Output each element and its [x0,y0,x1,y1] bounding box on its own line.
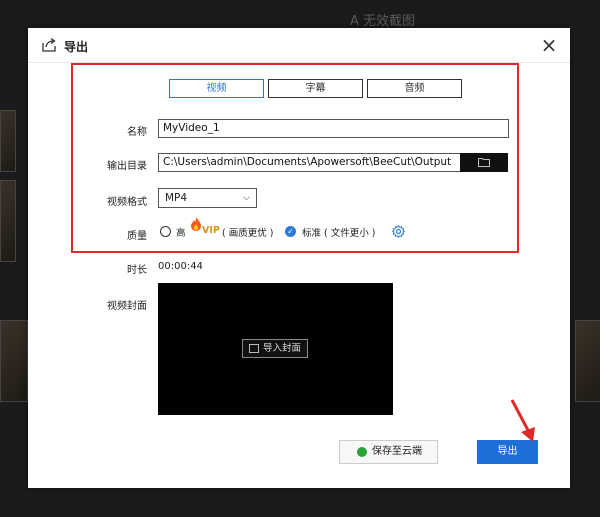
background-thumbnail [0,320,28,402]
close-icon[interactable]: × [538,34,560,56]
browse-folder-button[interactable] [460,153,508,172]
duration-label: 时长 [127,265,147,276]
quality-standard-label: 标准 ( 文件更小 ) [302,228,376,239]
quality-high-radio[interactable] [160,226,171,237]
duration-value: 00:00:44 [158,261,203,272]
background-thumbnail [575,320,600,402]
export-icon [42,37,56,52]
tab-video[interactable]: 视频 [169,79,264,98]
dialog-title: 导出 [64,40,89,54]
background-thumbnail [0,110,16,172]
chevron-down-icon: ⌵ [243,193,250,203]
dialog-titlebar: 导出 × [28,28,570,63]
quality-high-label: 高 [176,228,186,239]
gear-icon[interactable] [392,225,405,238]
tab-audio[interactable]: 音频 [367,79,462,98]
save-to-cloud-label: 保存至云端 [372,446,422,457]
name-label: 名称 [127,127,147,138]
red-arrow-annotation [510,399,535,442]
format-label: 视频格式 [107,197,147,208]
background-thumbnail [0,180,16,262]
export-dialog: 导出 × 视频 字幕 音频 名称 MyVideo_1 输出目录 C:\Users… [28,28,570,488]
import-cover-label: 导入封面 [263,343,302,354]
format-value: MP4 [165,192,188,204]
cover-label: 视频封面 [107,301,147,312]
output-dir-input[interactable]: C:\Users\admin\Documents\Apowersoft\BeeC… [158,153,461,172]
format-select[interactable]: MP4 ⌵ [158,188,257,208]
cloud-status-icon [357,447,367,457]
tab-subtitle[interactable]: 字幕 [268,79,363,98]
output-dir-label: 输出目录 [107,161,147,172]
save-to-cloud-button[interactable]: 保存至云端 [339,440,438,464]
background-watermark: A 无效截图 [350,14,416,29]
name-input[interactable]: MyVideo_1 [158,119,509,138]
image-icon [249,344,259,353]
quality-high-note: ( 画质更优 ) [222,228,274,239]
folder-icon [478,158,490,167]
import-cover-button[interactable]: 导入封面 [242,339,308,358]
cover-preview: 导入封面 [158,283,393,415]
vip-badge: VIP [202,225,220,236]
quality-standard-radio[interactable]: ✓ [285,226,296,237]
quality-label: 质量 [127,231,147,242]
fire-icon [191,217,201,231]
